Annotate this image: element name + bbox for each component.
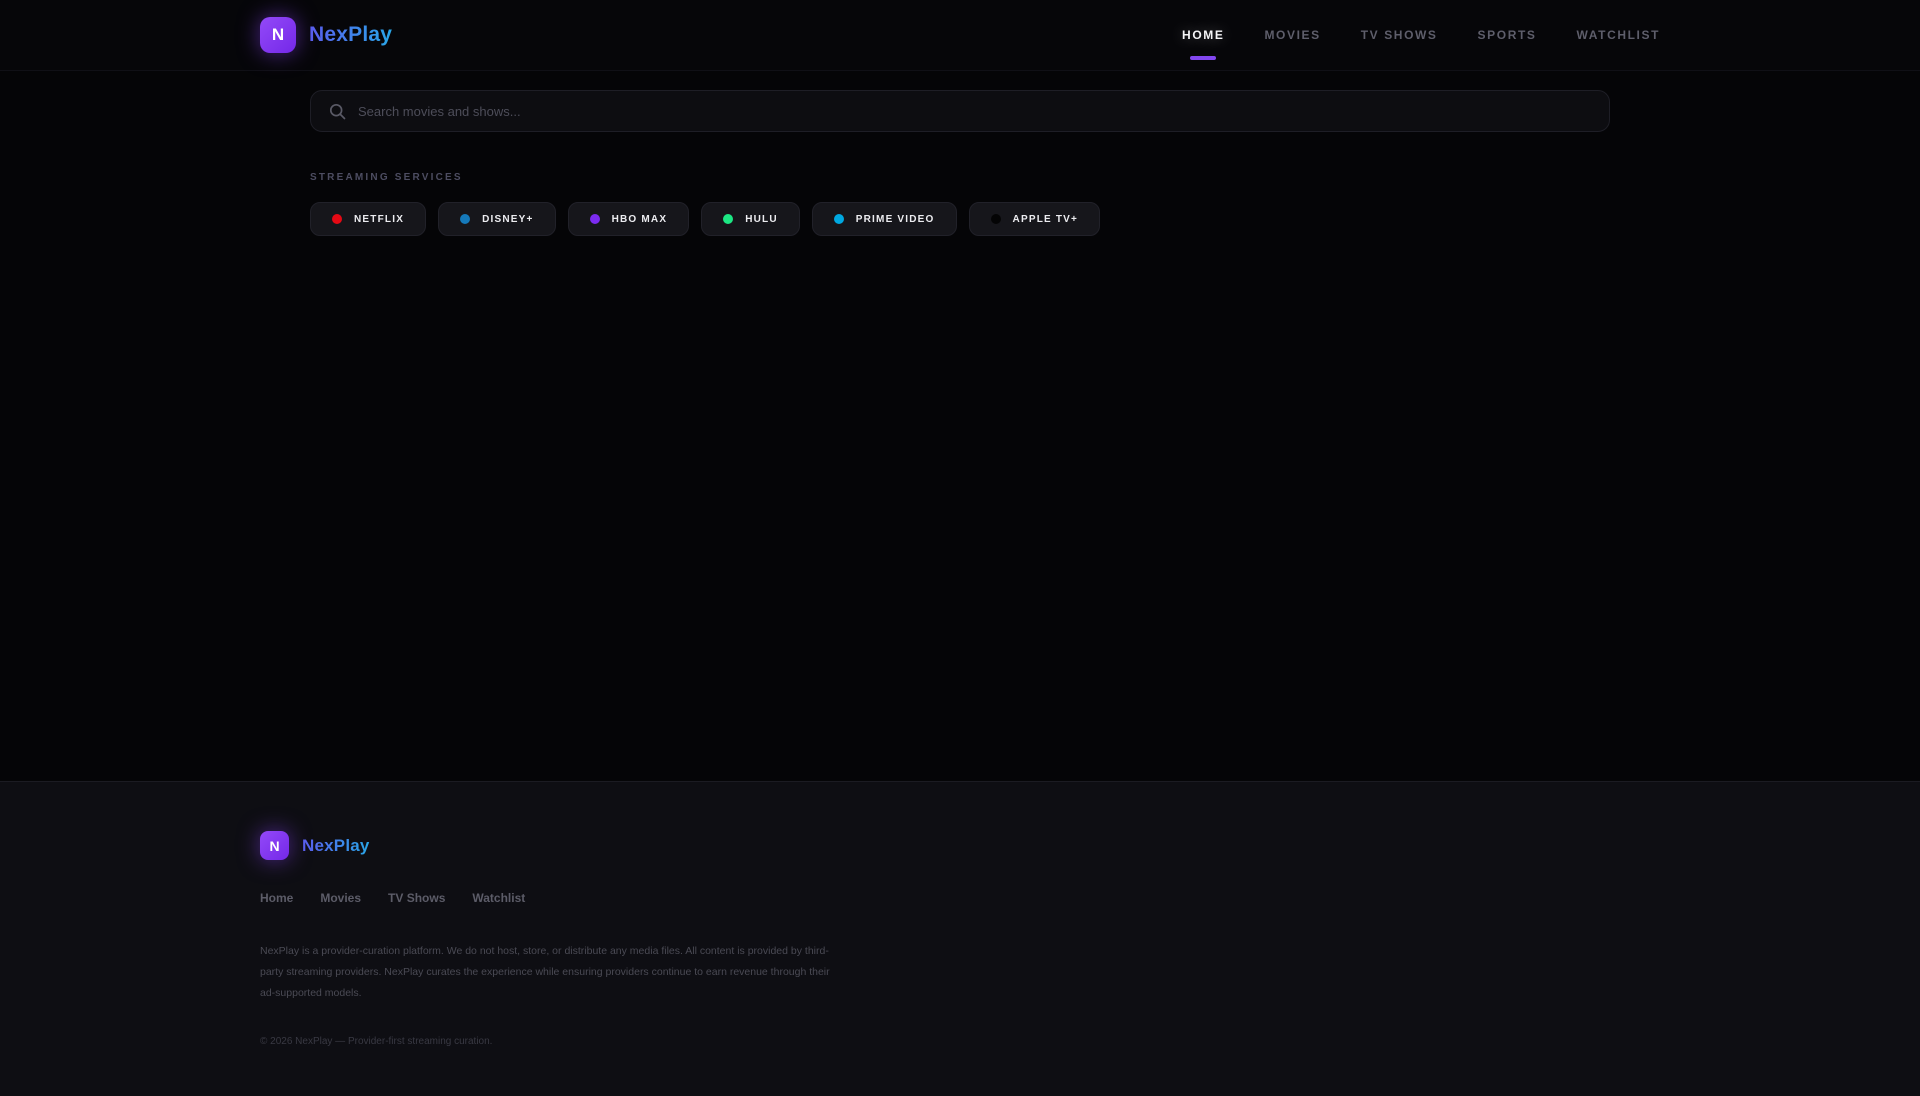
nav-item-movies[interactable]: MOVIES — [1264, 0, 1320, 71]
footer-link-movies[interactable]: Movies — [320, 891, 361, 905]
nav-item-watchlist[interactable]: WATCHLIST — [1577, 0, 1661, 71]
service-pill-label: HBO MAX — [611, 213, 668, 225]
brand-logo[interactable]: N NexPlay — [260, 17, 392, 53]
footer-link-home[interactable]: Home — [260, 891, 293, 905]
netflix-dot-icon — [332, 214, 342, 224]
footer-disclaimer-text: NexPlay is a provider-curation platform.… — [260, 945, 830, 999]
brand-name: NexPlay — [309, 23, 393, 46]
footer-brand-name: NexPlay — [302, 835, 370, 855]
nav-item-tv-shows[interactable]: TV SHOWS — [1361, 0, 1438, 71]
page-footer: N NexPlay Home Movies TV Shows Watchlist… — [0, 781, 1920, 1096]
top-nav-bar: N NexPlay HOME MOVIES TV SHOWS SPORTS WA… — [0, 0, 1920, 71]
apple-tv-plus-dot-icon — [990, 214, 1001, 224]
service-pill-hulu[interactable]: HULU — [701, 202, 800, 236]
nav-item-home[interactable]: HOME — [1182, 0, 1224, 71]
service-pill-label: DISNEY+ — [482, 213, 534, 225]
footer-links: Home Movies TV Shows Watchlist — [260, 891, 1660, 905]
main-content: STREAMING SERVICES NETFLIX DISNEY+ HBO M… — [0, 90, 1920, 781]
service-pill-label: NETFLIX — [354, 213, 405, 225]
streaming-services-row: NETFLIX DISNEY+ HBO MAX HULU PRIME VIDEO… — [310, 202, 1610, 236]
footer-brand-logo-letter: N — [269, 837, 280, 854]
prime-video-dot-icon — [833, 214, 844, 224]
service-pill-label: APPLE TV+ — [1012, 213, 1079, 225]
search-icon — [329, 103, 346, 119]
nav-item-sports[interactable]: SPORTS — [1478, 0, 1537, 71]
hbo-max-dot-icon — [589, 214, 600, 224]
main-nav: HOME MOVIES TV SHOWS SPORTS WATCHLIST — [1182, 0, 1660, 71]
brand-logo-letter: N — [271, 25, 285, 44]
footer-brand-logo-icon: N — [260, 831, 289, 860]
footer-link-tv-shows[interactable]: TV Shows — [388, 891, 445, 905]
search-input[interactable] — [358, 103, 1591, 119]
service-pill-prime-video[interactable]: PRIME VIDEO — [811, 202, 957, 236]
footer-copyright-text: © 2026 NexPlay — Provider-first streamin… — [260, 1036, 493, 1047]
footer-brand-logo[interactable]: N NexPlay — [260, 831, 1660, 860]
service-pill-label: PRIME VIDEO — [855, 213, 935, 225]
service-pill-label: HULU — [745, 213, 778, 225]
disney-plus-dot-icon — [460, 214, 471, 224]
hulu-dot-icon — [723, 214, 734, 224]
brand-logo-icon: N — [260, 17, 296, 53]
service-pill-hbo-max[interactable]: HBO MAX — [567, 202, 690, 236]
service-pill-disney-plus[interactable]: DISNEY+ — [438, 202, 556, 236]
footer-link-watchlist[interactable]: Watchlist — [472, 891, 525, 905]
service-pill-apple-tv-plus[interactable]: APPLE TV+ — [968, 202, 1101, 236]
search-bar[interactable] — [310, 90, 1610, 132]
streaming-services-heading: STREAMING SERVICES — [310, 172, 463, 183]
service-pill-netflix[interactable]: NETFLIX — [310, 202, 427, 236]
